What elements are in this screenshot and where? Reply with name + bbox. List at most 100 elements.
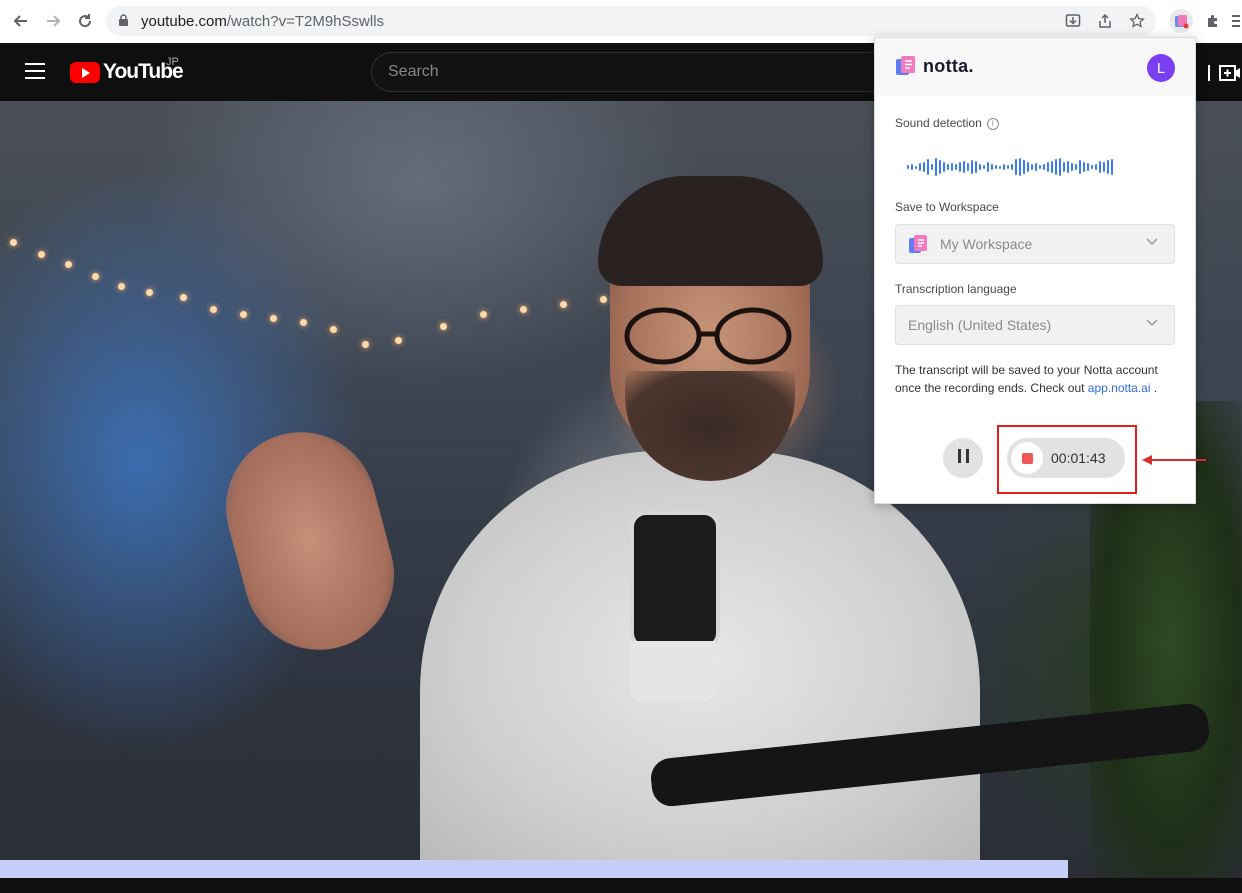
annotation-arrow (1150, 459, 1206, 461)
share-icon[interactable] (1096, 12, 1114, 30)
chevron-down-icon (1146, 319, 1158, 327)
waveform-bar (1095, 164, 1097, 170)
search-input[interactable]: Search (371, 52, 893, 92)
url-text: youtube.com/watch?v=T2M9hSswlls (141, 13, 384, 30)
person-hand (209, 415, 411, 667)
highlight-box (997, 425, 1137, 494)
notta-extension-button[interactable] (1169, 9, 1193, 33)
transcript-note: The transcript will be saved to your Not… (895, 361, 1177, 397)
save-to-workspace-label: Save to Workspace (895, 200, 999, 214)
waveform-bar (1091, 165, 1093, 169)
waveform-bar (1043, 164, 1045, 170)
waveform-bar (1003, 164, 1005, 170)
url-path: /watch?v=T2M9hSswlls (226, 13, 385, 30)
address-bar[interactable]: youtube.com/watch?v=T2M9hSswlls (106, 6, 1156, 36)
waveform-bar (967, 163, 969, 171)
waveform-bar (931, 164, 933, 170)
sound-waveform (907, 156, 1163, 178)
waveform-bar (919, 163, 921, 171)
reload-button[interactable] (72, 8, 98, 34)
puzzle-icon (1208, 15, 1217, 27)
waveform-bar (975, 161, 977, 173)
person-hair (598, 176, 823, 286)
waveform-bar (1067, 161, 1069, 173)
microphone (630, 511, 720, 649)
waveform-bar (907, 165, 909, 169)
url-host: youtube.com (141, 13, 227, 30)
menu-lines-icon (1232, 15, 1240, 27)
install-app-icon[interactable] (1064, 12, 1082, 30)
language-select[interactable]: English (United States) (895, 305, 1175, 345)
waveform-bar (1011, 164, 1013, 170)
microphone-mount (630, 641, 715, 701)
search-placeholder: Search (388, 63, 439, 80)
waveform-bar (923, 162, 925, 172)
waveform-bar (1055, 159, 1057, 175)
waveform-bar (935, 158, 937, 176)
app-notta-link[interactable]: app.notta.ai (1088, 381, 1151, 395)
waveform-bar (983, 165, 985, 169)
video-caption-strip (0, 860, 1068, 880)
waveform-bar (1031, 164, 1033, 170)
note-end: . (1150, 381, 1158, 395)
waveform-bar (1059, 158, 1061, 176)
workspace-icon (909, 235, 927, 253)
info-icon[interactable]: i (986, 117, 999, 130)
waveform-bar (1051, 161, 1053, 173)
sound-detection-label: Sound detection i (895, 116, 999, 130)
workspace-select[interactable]: My Workspace (895, 224, 1175, 264)
youtube-logo[interactable]: YouTube JP (70, 56, 184, 84)
waveform-bar (943, 162, 945, 172)
menu-button[interactable] (1230, 9, 1242, 33)
back-button[interactable] (8, 8, 34, 34)
workspace-value: My Workspace (940, 236, 1033, 252)
waveform-bar (1079, 160, 1081, 174)
waveform-bar (1023, 160, 1025, 174)
bookmark-star-icon[interactable] (1128, 12, 1146, 30)
waveform-bar (1027, 162, 1029, 172)
waveform-bar (939, 160, 941, 174)
notta-logo: notta. (895, 55, 974, 77)
forward-arrow-icon (47, 15, 61, 27)
youtube-play-icon (70, 61, 100, 83)
popup-header: notta. L (875, 38, 1195, 96)
waveform-bar (1083, 162, 1085, 172)
divider (1208, 65, 1210, 81)
extensions-button[interactable] (1201, 9, 1225, 33)
back-arrow-icon (13, 15, 27, 27)
waveform-bar (971, 160, 973, 174)
notta-logo-icon (896, 56, 915, 75)
country-code: JP (166, 56, 179, 68)
transcription-language-label: Transcription language (895, 282, 1017, 296)
language-value: English (United States) (908, 317, 1052, 333)
waveform-bar (1075, 164, 1077, 170)
waveform-bar (1047, 162, 1049, 172)
waveform-bar (979, 164, 981, 170)
avatar[interactable]: L (1147, 54, 1175, 82)
page-bottom (0, 878, 1242, 893)
pause-button[interactable] (943, 438, 983, 478)
waveform-bar (1071, 163, 1073, 171)
waveform-bar (1107, 160, 1109, 174)
waveform-bar (947, 164, 949, 170)
waveform-bar (987, 162, 989, 172)
waveform-bar (951, 163, 953, 171)
forward-button[interactable] (40, 8, 66, 34)
lock-icon (118, 14, 129, 32)
waveform-bar (1099, 161, 1101, 173)
waveform-bar (991, 164, 993, 170)
sound-detection-text: Sound detection (895, 116, 982, 130)
waveform-bar (1063, 162, 1065, 172)
waveform-bar (1007, 165, 1009, 169)
waveform-bar (1087, 163, 1089, 171)
waveform-bar (995, 165, 997, 169)
waveform-bar (963, 161, 965, 173)
pause-icon (955, 448, 971, 468)
waveform-bar (911, 164, 913, 170)
waveform-bar (955, 164, 957, 170)
waveform-bar (915, 165, 917, 169)
notta-wordmark: notta. (923, 55, 974, 76)
hamburger-menu-icon[interactable] (25, 63, 45, 84)
waveform-bar (1019, 158, 1021, 176)
create-video-icon[interactable] (1218, 61, 1242, 90)
